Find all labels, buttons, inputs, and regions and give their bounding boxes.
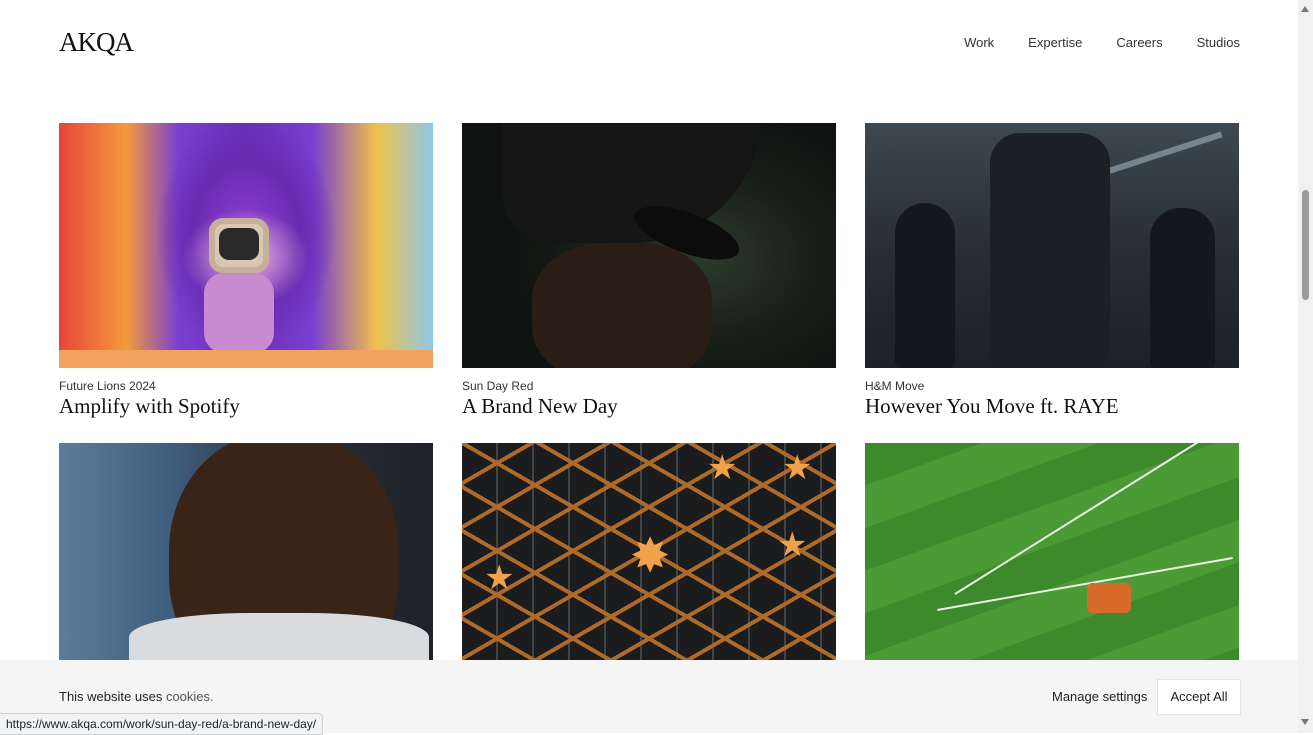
ground — [59, 350, 433, 368]
cap — [502, 123, 762, 243]
figure-center — [990, 133, 1110, 368]
work-card[interactable] — [865, 443, 1239, 660]
lawn-mower — [1087, 583, 1131, 613]
work-card[interactable] — [59, 443, 433, 660]
cookie-text: This website uses — [59, 689, 163, 704]
nav-work[interactable]: Work — [964, 35, 994, 50]
akqa-logo[interactable]: AKQA — [59, 27, 134, 58]
pitch-line — [937, 556, 1233, 612]
card-client: Sun Day Red — [462, 379, 534, 393]
star-icon: ★ — [707, 449, 738, 487]
card-title[interactable]: However You Move ft. RAYE — [865, 394, 1239, 419]
figure-right — [1150, 208, 1215, 368]
card-client: Future Lions 2024 — [59, 379, 156, 393]
card-client: H&M Move — [865, 379, 925, 393]
nav-expertise[interactable]: Expertise — [1028, 35, 1082, 50]
main-nav: Work Expertise Careers Studios — [930, 35, 1240, 50]
scroll-up-icon[interactable] — [1301, 6, 1309, 12]
card-thumbnail[interactable] — [59, 443, 433, 660]
nav-careers[interactable]: Careers — [1116, 35, 1162, 50]
work-card-amplify-spotify[interactable]: Future Lions 2024 Amplify with Spotify — [59, 123, 433, 443]
scroll-thumb[interactable] — [1302, 190, 1309, 300]
star-icon: ★ — [484, 559, 515, 597]
site-header: AKQA Work Expertise Careers Studios — [0, 0, 1298, 90]
pitch-line — [954, 443, 1227, 595]
cookies-link[interactable]: cookies. — [166, 689, 214, 704]
figure-left — [895, 203, 955, 368]
work-card-however-you-move[interactable]: H&M Move However You Move ft. RAYE — [865, 123, 1239, 443]
card-thumbnail[interactable] — [865, 123, 1239, 368]
card-thumbnail[interactable] — [462, 123, 836, 368]
work-card-brand-new-day[interactable]: Sun Day Red A Brand New Day — [462, 123, 836, 443]
status-bar-url: https://www.akqa.com/work/sun-day-red/a-… — [0, 713, 324, 735]
card-title[interactable]: A Brand New Day — [462, 394, 836, 419]
work-grid: Future Lions 2024 Amplify with Spotify S… — [59, 123, 1239, 660]
star-icon: ✸ — [630, 530, 671, 583]
manage-settings-button[interactable]: Manage settings — [1052, 689, 1147, 704]
portrait-face — [532, 243, 712, 368]
robot-body — [204, 273, 274, 353]
nav-studios[interactable]: Studios — [1197, 35, 1240, 50]
star-icon: ★ — [777, 526, 808, 564]
robot-face — [219, 228, 259, 260]
scroll-down-icon[interactable] — [1301, 719, 1309, 725]
collar — [129, 613, 429, 660]
card-thumbnail[interactable] — [59, 123, 433, 368]
work-card[interactable]: ★ ★ ★ ★ ✸ — [462, 443, 836, 660]
accept-all-button[interactable]: Accept All — [1157, 679, 1241, 715]
scrollbar[interactable] — [1298, 0, 1313, 733]
card-title[interactable]: Amplify with Spotify — [59, 394, 433, 419]
card-thumbnail[interactable] — [865, 443, 1239, 660]
cookie-message: This website uses cookies. — [59, 689, 214, 704]
star-icon: ★ — [782, 449, 813, 487]
card-thumbnail[interactable]: ★ ★ ★ ★ ✸ — [462, 443, 836, 660]
